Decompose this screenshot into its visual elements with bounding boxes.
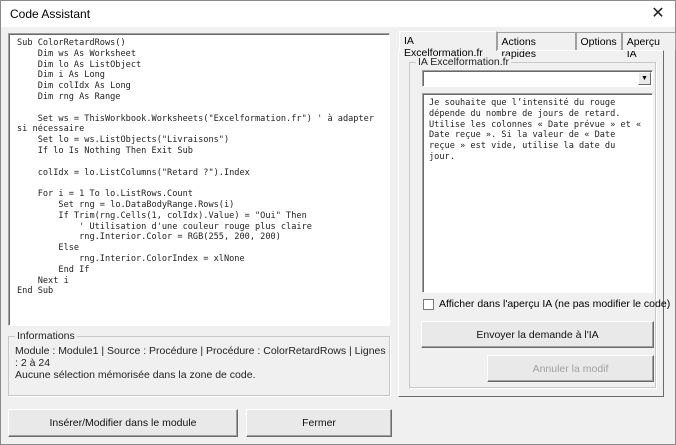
tab-apercu-ia[interactable]: Aperçu IA xyxy=(621,32,676,60)
window-title: Code Assistant xyxy=(10,7,91,21)
info-line-selection: Aucune sélection mémorisée dans la zone … xyxy=(15,369,256,381)
prompt-textarea[interactable]: Je souhaite que l’intensité du rouge dép… xyxy=(422,93,653,293)
tab-options[interactable]: Options xyxy=(575,32,622,50)
informations-label: Informations xyxy=(15,330,77,342)
checkbox-label: Afficher dans l'aperçu IA (ne pas modifi… xyxy=(439,298,671,310)
tab-actions-rapides[interactable]: Actions rapides xyxy=(496,32,576,60)
preview-checkbox[interactable]: Afficher dans l'aperçu IA (ne pas modifi… xyxy=(423,298,670,310)
info-line-module: Module : Module1 | Source : Procédure | … xyxy=(15,345,386,369)
chevron-down-icon[interactable]: ▼ xyxy=(638,72,651,85)
close-button[interactable]: Fermer xyxy=(246,409,392,437)
insert-modify-button[interactable]: Insérer/Modifier dans le module xyxy=(8,409,238,437)
close-icon[interactable]: ✕ xyxy=(647,3,669,25)
tab-strip: IA Excelformation.fr Actions rapides Opt… xyxy=(399,31,676,60)
tab-ia-excelformation[interactable]: IA Excelformation.fr xyxy=(399,31,497,59)
checkbox-box[interactable] xyxy=(423,298,434,310)
send-request-button[interactable]: Envoyer la demande à l'IA xyxy=(421,321,654,348)
informations-frame: Informations Module : Module1 | Source :… xyxy=(8,330,390,396)
code-editor[interactable]: Sub ColorRetardRows() Dim ws As Workshee… xyxy=(8,33,390,326)
title-bar: Code Assistant ✕ xyxy=(1,1,675,27)
undo-modification-button[interactable]: Annuler la modif xyxy=(487,355,654,382)
ia-model-dropdown[interactable]: ▼ xyxy=(422,70,653,87)
